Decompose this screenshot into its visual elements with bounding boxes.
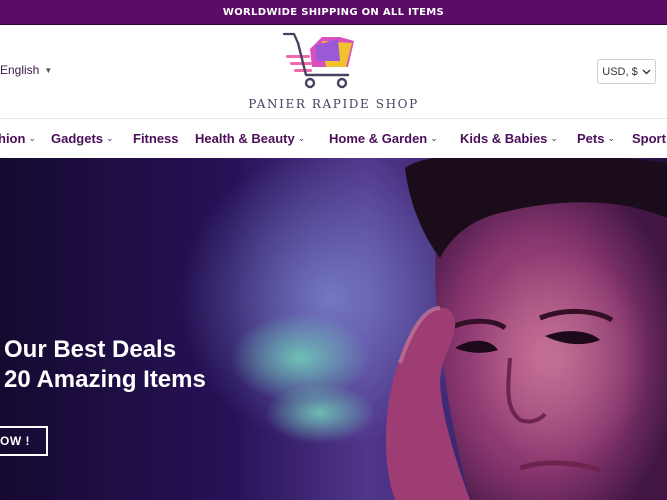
site-header: English ▼ PANIER RAPIDE SHOP USD, $ <box>0 25 667 118</box>
announcement-bar: WORLDWIDE SHIPPING ON ALL ITEMS <box>0 0 667 25</box>
nav-item-pets[interactable]: Pets ⌄ <box>577 131 615 146</box>
hero-banner: Our Best Deals 20 Amazing Items OW ! <box>0 158 667 500</box>
hero-subheadline: 20 Amazing Items <box>4 366 206 393</box>
nav-item-label: Home & Garden <box>329 131 428 146</box>
currency-selector[interactable]: USD, $ <box>597 59 656 84</box>
brand-name[interactable]: PANIER RAPIDE SHOP <box>0 97 667 111</box>
chevron-down-icon: ⌄ <box>430 133 438 143</box>
chevron-down-icon: ⌄ <box>297 133 306 143</box>
nav-item-label: Gadgets <box>51 131 104 146</box>
nav-item-label: hion <box>0 131 26 146</box>
nav-item-fashion[interactable]: hion ⌄ <box>0 131 36 146</box>
language-label: English <box>0 63 40 77</box>
caret-down-icon: ▼ <box>44 65 53 75</box>
hero-headline: Our Best Deals <box>4 336 177 363</box>
shop-now-label: OW ! <box>0 434 30 448</box>
nav-item-label: Pets <box>577 131 605 146</box>
nav-item-label: Health & Beauty <box>195 131 295 146</box>
hero-image <box>0 158 667 500</box>
currency-label: USD, $ <box>602 65 638 78</box>
nav-item-label: Sport <box>632 131 666 146</box>
shopping-cart-icon[interactable] <box>282 31 360 93</box>
chevron-down-icon: ⌄ <box>28 133 36 143</box>
main-navigation: hion ⌄ Gadgets ⌄ Fitness Health & Beauty… <box>0 118 667 158</box>
chevron-down-icon: ⌄ <box>106 133 114 143</box>
announcement-text: WORLDWIDE SHIPPING ON ALL ITEMS <box>222 6 445 18</box>
shop-now-button[interactable]: OW ! <box>0 426 48 456</box>
nav-item-sport[interactable]: Sport <box>632 131 666 146</box>
nav-item-fitness[interactable]: Fitness <box>133 131 179 146</box>
nav-item-home-garden[interactable]: Home & Garden ⌄ <box>329 131 438 146</box>
nav-item-kids-babies[interactable]: Kids & Babies ⌄ <box>460 131 558 146</box>
nav-item-gadgets[interactable]: Gadgets ⌄ <box>51 131 114 146</box>
nav-item-label: Fitness <box>133 131 179 146</box>
nav-item-label: Kids & Babies <box>460 131 548 146</box>
chevron-down-icon: ⌄ <box>550 133 558 143</box>
chevron-down-icon <box>642 69 651 74</box>
chevron-down-icon: ⌄ <box>607 133 616 143</box>
language-selector[interactable]: English ▼ <box>0 63 52 77</box>
nav-item-health-beauty[interactable]: Health & Beauty ⌄ <box>195 131 305 146</box>
